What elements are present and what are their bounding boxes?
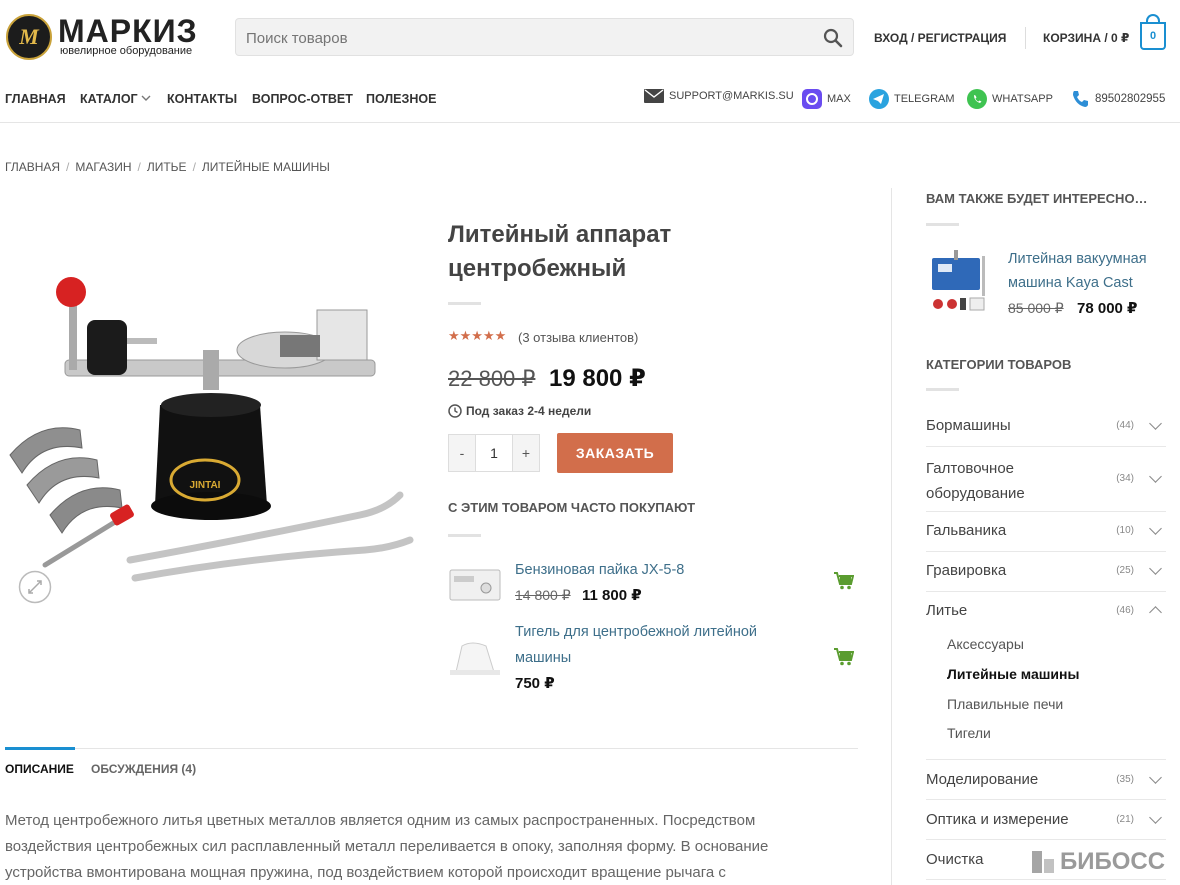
category-item[interactable]: Галтовочное оборудование (34) <box>926 447 1166 512</box>
related-item-thumb[interactable] <box>448 564 502 606</box>
subcategory-item-active[interactable]: Литейные машины <box>947 666 1079 682</box>
tab-active-indicator <box>5 747 75 750</box>
subcategory-item[interactable]: Тигели <box>947 725 991 741</box>
related-item-price: 11 800 ₽ <box>582 587 642 604</box>
availability: Под заказ 2-4 недели <box>448 404 591 418</box>
product-description: Метод центробежного литья цветных металл… <box>5 812 769 881</box>
current-price: 19 800 ₽ <box>549 365 646 392</box>
recommend-name[interactable]: Литейная вакуумная машина Kaya Cast <box>1008 247 1147 295</box>
header-separator <box>0 122 1180 123</box>
title-divider <box>448 302 481 305</box>
clock-icon <box>448 404 462 418</box>
old-price: 22 800 ₽ <box>448 366 536 391</box>
contact-telegram[interactable]: TELEGRAM <box>869 89 955 109</box>
contact-whatsapp[interactable]: WHATSAPP <box>967 89 1053 109</box>
bought-together-divider <box>448 534 481 537</box>
header-divider <box>1025 27 1026 49</box>
categories-title: КАТЕГОРИИ ТОВАРОВ <box>926 357 1072 372</box>
nav-home[interactable]: ГЛАВНАЯ <box>5 92 66 106</box>
contact-phone[interactable]: 89502802955 <box>1070 89 1165 109</box>
category-item[interactable]: Оптика и измерение (21) <box>926 800 1166 840</box>
subcategory-item[interactable]: Аксессуары <box>947 636 1024 652</box>
logo-title[interactable]: МАРКИЗ <box>58 14 198 48</box>
chevron-down-icon[interactable] <box>1149 771 1162 784</box>
rating-stars[interactable]: ★★★★★ <box>448 328 506 344</box>
phone-icon <box>1073 91 1088 107</box>
chevron-down-icon[interactable] <box>1149 811 1162 824</box>
search-icon[interactable] <box>823 28 843 48</box>
cart-count-badge[interactable]: 0 <box>1140 22 1166 50</box>
watermark-logo-icon <box>1032 851 1054 873</box>
logo-subtitle: ювелирное оборудование <box>60 45 193 57</box>
breadcrumb-shop[interactable]: МАГАЗИН <box>75 160 131 174</box>
related-item-name[interactable]: Тигель для центробежной литейной машины <box>515 619 757 671</box>
recommend-thumb[interactable] <box>926 248 992 316</box>
chevron-down-icon <box>141 95 151 101</box>
search-bar <box>235 18 854 56</box>
watermark: БИБОСС <box>1032 848 1165 876</box>
related-item-old-price: 14 800 ₽ <box>515 587 571 603</box>
telegram-icon <box>869 89 889 109</box>
reviews-link[interactable]: (3 отзыва клиентов) <box>518 330 638 345</box>
contact-max[interactable]: MAX <box>802 89 851 109</box>
add-to-cart-icon[interactable] <box>834 572 854 590</box>
product-brand-text: JINTAI <box>190 480 221 491</box>
recommend-price: 78 000 ₽ <box>1077 300 1138 317</box>
related-item-thumb[interactable] <box>448 636 502 678</box>
quantity-stepper: - 1 + <box>448 434 540 472</box>
add-to-cart-icon[interactable] <box>834 648 854 666</box>
product-image[interactable]: JINTAI <box>5 260 425 600</box>
chevron-down-icon[interactable] <box>1149 417 1162 430</box>
categories-divider <box>926 388 959 391</box>
subcategory-item[interactable]: Плавильные печи <box>947 696 1063 712</box>
chevron-down-icon[interactable] <box>1149 470 1162 483</box>
recommend-divider <box>926 223 959 226</box>
recommend-title: ВАМ ТАКЖЕ БУДЕТ ИНТЕРЕСНО… <box>926 191 1148 206</box>
qty-minus-button[interactable]: - <box>449 435 475 471</box>
logo-emblem[interactable]: M <box>6 14 52 60</box>
breadcrumb: ГЛАВНАЯ / МАГАЗИН / ЛИТЬЕ / ЛИТЕЙНЫЕ МАШИНЫ <box>5 160 330 174</box>
nav-contacts[interactable]: КОНТАКТЫ <box>167 92 237 106</box>
qty-plus-button[interactable]: + <box>513 435 539 471</box>
whatsapp-icon <box>967 89 987 109</box>
category-item[interactable]: Бормашины (44) <box>926 406 1166 447</box>
product-title: Литейный аппарат центробежный <box>448 221 672 282</box>
search-input[interactable] <box>246 27 806 49</box>
nav-faq[interactable]: ВОПРОС-ОТВЕТ <box>252 92 353 106</box>
cart-link[interactable]: КОРЗИНА / 0 ₽ <box>1043 31 1129 45</box>
nav-useful[interactable]: ПОЛЕЗНОЕ <box>366 92 436 106</box>
nav-catalog[interactable]: КАТАЛОГ <box>80 92 138 106</box>
chevron-down-icon[interactable] <box>1149 562 1162 575</box>
order-button[interactable]: ЗАКАЗАТЬ <box>557 433 673 473</box>
sidebar-divider <box>891 188 892 885</box>
tab-discussions[interactable]: ОБСУЖДЕНИЯ (4) <box>91 762 196 776</box>
breadcrumb-casting-machines[interactable]: ЛИТЕЙНЫЕ МАШИНЫ <box>202 160 330 174</box>
related-item-name[interactable]: Бензиновая пайка JX-5-8 <box>515 557 684 583</box>
bought-together-title: С ЭТИМ ТОВАРОМ ЧАСТО ПОКУПАЮТ <box>448 500 696 515</box>
tab-description[interactable]: ОПИСАНИЕ <box>5 762 74 776</box>
related-item-price: 750 ₽ <box>515 675 555 692</box>
login-link[interactable]: ВХОД / РЕГИСТРАЦИЯ <box>874 31 1006 45</box>
tabs-divider <box>5 748 858 749</box>
max-icon <box>802 89 822 109</box>
chevron-down-icon[interactable] <box>1149 522 1162 535</box>
recommend-old-price: 85 000 ₽ <box>1008 300 1064 316</box>
qty-input[interactable]: 1 <box>475 435 513 471</box>
category-item[interactable]: Гальваника (10) <box>926 512 1166 552</box>
chevron-up-icon[interactable] <box>1149 606 1162 619</box>
breadcrumb-casting[interactable]: ЛИТЬЕ <box>147 160 187 174</box>
contact-email[interactable]: SUPPORT@MARKIS.SU <box>644 89 794 103</box>
category-item[interactable]: Моделирование (35) <box>926 760 1166 800</box>
mail-icon <box>644 89 664 103</box>
breadcrumb-home[interactable]: ГЛАВНАЯ <box>5 160 60 174</box>
zoom-icon[interactable] <box>18 570 52 604</box>
category-item[interactable]: Гравировка (25) <box>926 552 1166 592</box>
